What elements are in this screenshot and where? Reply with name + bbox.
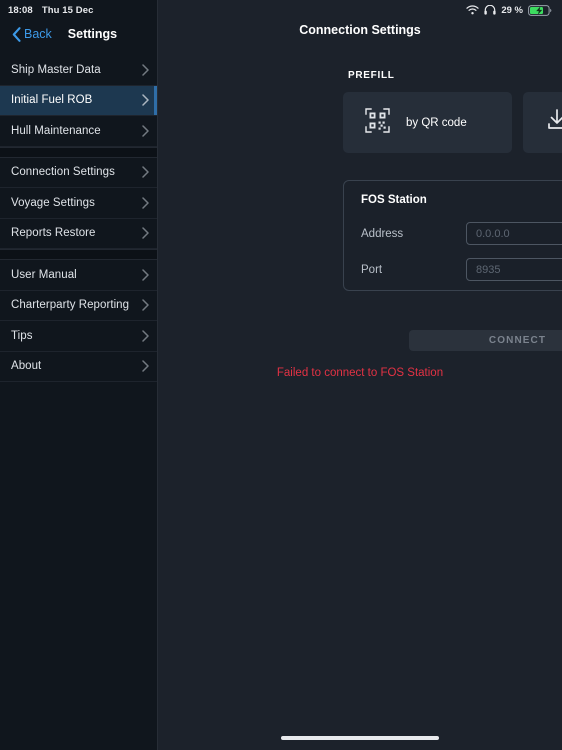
- sidebar-item-voyage-settings[interactable]: Voyage Settings: [0, 188, 157, 219]
- status-bar-right: 29 %: [158, 0, 562, 20]
- download-file-icon: [545, 108, 562, 137]
- status-bar-left: 18:08 Thu 15 Dec: [0, 0, 157, 20]
- port-label: Port: [361, 263, 383, 276]
- sidebar-item-tips[interactable]: Tips: [0, 321, 157, 352]
- sidebar: 18:08 Thu 15 Dec Back Settings Ship Mast…: [0, 0, 158, 750]
- fos-station-panel: FOS Station Address Port: [343, 180, 562, 291]
- nav-bar: Back Settings: [0, 20, 157, 48]
- address-label: Address: [361, 227, 404, 240]
- chevron-right-icon: [142, 94, 149, 106]
- battery-percent: 29 %: [501, 4, 523, 16]
- fos-station-title: FOS Station: [361, 194, 427, 206]
- chevron-right-icon: [142, 166, 149, 178]
- address-input[interactable]: [466, 222, 562, 245]
- qr-code-scan-icon: [365, 107, 390, 138]
- prefill-config-file-button[interactable]: by Config file: [523, 92, 562, 153]
- page-title: Connection Settings: [299, 23, 421, 37]
- sidebar-item-initial-fuel-rob[interactable]: Initial Fuel ROB: [0, 85, 157, 116]
- sidebar-group-separator: [0, 146, 157, 158]
- status-bar-time: 18:08: [8, 4, 33, 16]
- sidebar-group: User Manual Charterparty Reporting Tips Abo…: [0, 260, 157, 382]
- prefill-qr-code-label: by QR code: [406, 116, 467, 129]
- address-field-row: Address: [361, 222, 562, 245]
- connect-button[interactable]: CONNECT: [409, 330, 562, 351]
- prefill-section-label: PREFILL: [348, 70, 395, 81]
- chevron-right-icon: [142, 64, 149, 76]
- sidebar-item-label: Tips: [11, 329, 33, 342]
- sidebar-group: Ship Master Data Initial Fuel ROB Hull Mai…: [0, 55, 157, 147]
- sidebar-group: Connection Settings Voyage Settings Report…: [0, 158, 157, 249]
- chevron-right-icon: [142, 197, 149, 209]
- sidebar-item-connection-settings[interactable]: Connection Settings: [0, 158, 157, 188]
- back-button[interactable]: Back: [12, 26, 52, 42]
- chevron-right-icon: [142, 125, 149, 137]
- sidebar-item-label: Ship Master Data: [11, 63, 101, 76]
- chevron-left-icon: [12, 26, 21, 42]
- sidebar-item-reports-restore[interactable]: Reports Restore: [0, 219, 157, 249]
- wifi-icon: [466, 5, 479, 15]
- sidebar-group-separator: [0, 249, 157, 260]
- chevron-right-icon: [142, 269, 149, 281]
- battery-charging-icon: [528, 4, 552, 16]
- main-panel: 29 % Connection Settings PREFILL by QR c…: [158, 0, 562, 750]
- app-root: 18:08 Thu 15 Dec Back Settings Ship Mast…: [0, 0, 562, 750]
- headphones-icon: [484, 5, 496, 15]
- chevron-right-icon: [142, 299, 149, 311]
- chevron-right-icon: [142, 330, 149, 342]
- sidebar-item-label: Connection Settings: [11, 166, 115, 179]
- sidebar-item-user-manual[interactable]: User Manual: [0, 260, 157, 291]
- sidebar-item-about[interactable]: About: [0, 352, 157, 382]
- sidebar-item-label: Reports Restore: [11, 227, 96, 240]
- chevron-right-icon: [142, 227, 149, 239]
- sidebar-item-hull-maintenance[interactable]: Hull Maintenance: [0, 116, 157, 147]
- sidebar-item-charterparty-reporting[interactable]: Charterparty Reporting: [0, 291, 157, 321]
- chevron-right-icon: [142, 360, 149, 372]
- sidebar-item-ship-master-data[interactable]: Ship Master Data: [0, 55, 157, 86]
- status-bar-date: Thu 15 Dec: [41, 4, 94, 16]
- sidebar-menu: Ship Master Data Initial Fuel ROB Hull Mai…: [0, 55, 157, 382]
- sidebar-item-label: Voyage Settings: [11, 196, 95, 209]
- connection-error-message: Failed to connect to FOS Station: [276, 367, 444, 379]
- back-label: Back: [24, 27, 52, 41]
- sidebar-item-label: Charterparty Reporting: [11, 299, 130, 312]
- prefill-qr-code-button[interactable]: by QR code: [343, 92, 512, 153]
- sidebar-item-label: Initial Fuel ROB: [11, 94, 93, 107]
- sidebar-item-label: Hull Maintenance: [11, 124, 101, 137]
- sidebar-item-label: User Manual: [11, 268, 77, 281]
- home-indicator: [281, 736, 439, 740]
- port-input[interactable]: [466, 258, 562, 281]
- prefill-buttons: by QR code by Config file: [343, 92, 562, 153]
- nav-title: Settings: [67, 27, 118, 41]
- port-field-row: Port: [361, 258, 562, 281]
- sidebar-item-label: About: [11, 360, 42, 373]
